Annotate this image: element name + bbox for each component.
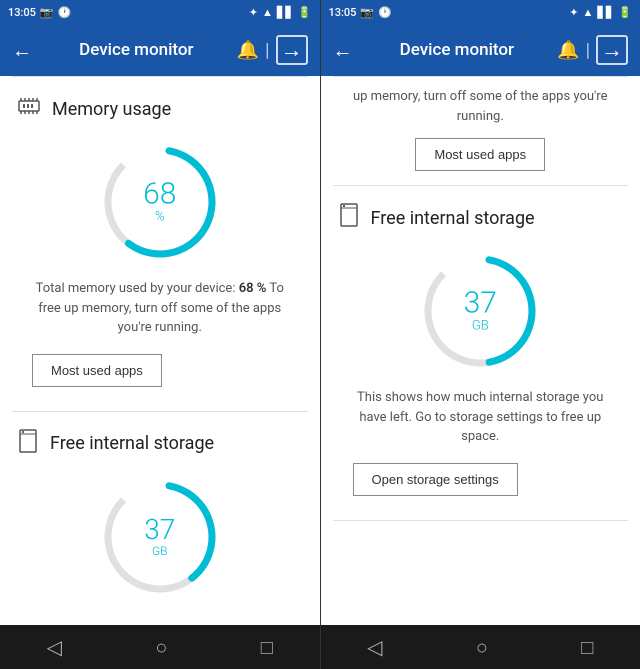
back-nav-right[interactable]: ◁ bbox=[351, 627, 398, 667]
content-left: Memory usage 68 % bbox=[0, 77, 320, 625]
most-used-apps-button-left[interactable]: Most used apps bbox=[32, 354, 162, 387]
signal-icon-right: ▋▋ bbox=[597, 6, 614, 19]
storage-section-left: Free internal storage 37 GB bbox=[0, 412, 320, 622]
recent-nav-left[interactable]: □ bbox=[245, 627, 289, 668]
storage-gauge-right: 37 GB bbox=[337, 246, 625, 376]
storage-value-left: 37 bbox=[144, 516, 175, 544]
exit-icon-right[interactable]: → bbox=[596, 35, 628, 65]
alarm-icon: 🕐 bbox=[58, 6, 72, 19]
battery-icon: 🔋 bbox=[298, 6, 312, 19]
memory-icon bbox=[16, 93, 42, 125]
storage-unit-right: GB bbox=[464, 319, 497, 334]
battery-icon-right: 🔋 bbox=[618, 6, 632, 19]
home-nav-left[interactable]: ○ bbox=[139, 627, 183, 668]
storage-title-right: Free internal storage bbox=[371, 208, 535, 229]
storage-description-right: This shows how much internal storage you… bbox=[337, 388, 625, 459]
bottom-nav-right: ◁ ○ □ bbox=[321, 625, 640, 669]
home-nav-right[interactable]: ○ bbox=[460, 627, 504, 668]
toolbar-right: ← Device monitor 🔔 | → bbox=[321, 24, 640, 76]
status-bar-right: 13:05 📷 🕐 ✦ ▲ ▋▋ 🔋 bbox=[321, 0, 640, 24]
storage-section-right: Free internal storage 37 GB This shows bbox=[321, 186, 640, 520]
alarm-icon-right: 🕐 bbox=[378, 6, 392, 19]
panel-left: 13:05 📷 🕐 ✦ ▲ ▋▋ 🔋 ← Device monitor 🔔 | … bbox=[0, 0, 320, 669]
toolbar-title-left: Device monitor bbox=[44, 40, 229, 60]
camera-icon: 📷 bbox=[40, 6, 54, 19]
wifi-icon: ▲ bbox=[262, 6, 273, 19]
status-bar-left: 13:05 📷 🕐 ✦ ▲ ▋▋ 🔋 bbox=[0, 0, 320, 24]
wifi-icon-right: ▲ bbox=[582, 6, 593, 19]
camera-icon-right: 📷 bbox=[360, 6, 374, 19]
signal-icon: ▋▋ bbox=[277, 6, 294, 19]
memory-gauge: 68 % bbox=[16, 137, 304, 267]
time-right: 13:05 bbox=[329, 6, 357, 19]
storage-gauge-left-partial: 37 GB bbox=[16, 472, 304, 602]
toolbar-title-right: Device monitor bbox=[365, 40, 550, 60]
storage-value-right: 37 bbox=[464, 289, 497, 319]
memory-value: 68 bbox=[143, 180, 176, 210]
bluetooth-icon-right: ✦ bbox=[569, 6, 578, 19]
recent-nav-right[interactable]: □ bbox=[565, 627, 609, 668]
bell-icon-left[interactable]: 🔔 bbox=[237, 40, 259, 61]
storage-unit-left: GB bbox=[144, 544, 175, 558]
back-button-left[interactable]: ← bbox=[12, 38, 32, 63]
storage-icon-right bbox=[337, 202, 361, 234]
back-button-right[interactable]: ← bbox=[333, 38, 353, 63]
toolbar-left: ← Device monitor 🔔 | → bbox=[0, 24, 320, 76]
panel-right: 13:05 📷 🕐 ✦ ▲ ▋▋ 🔋 ← Device monitor 🔔 | … bbox=[321, 0, 640, 669]
storage-icon-left bbox=[16, 428, 40, 460]
bell-icon-right[interactable]: 🔔 bbox=[557, 40, 579, 61]
content-right: up memory, turn off some of the apps you… bbox=[321, 77, 640, 625]
memory-section: Memory usage 68 % bbox=[0, 77, 320, 411]
open-storage-settings-button[interactable]: Open storage settings bbox=[353, 463, 518, 496]
scrolled-memory-text: up memory, turn off some of the apps you… bbox=[321, 77, 640, 138]
back-nav-left[interactable]: ◁ bbox=[31, 627, 78, 667]
time-left: 13:05 bbox=[8, 6, 36, 19]
storage-title-left: Free internal storage bbox=[50, 433, 214, 454]
exit-icon-left[interactable]: → bbox=[276, 35, 308, 65]
bottom-nav-left: ◁ ○ □ bbox=[0, 625, 320, 669]
bluetooth-icon: ✦ bbox=[249, 6, 258, 19]
memory-description: Total memory used by your device: 68 % T… bbox=[16, 279, 304, 350]
most-used-apps-button-right[interactable]: Most used apps bbox=[415, 138, 545, 171]
memory-unit: % bbox=[143, 210, 176, 225]
memory-title: Memory usage bbox=[52, 99, 171, 120]
